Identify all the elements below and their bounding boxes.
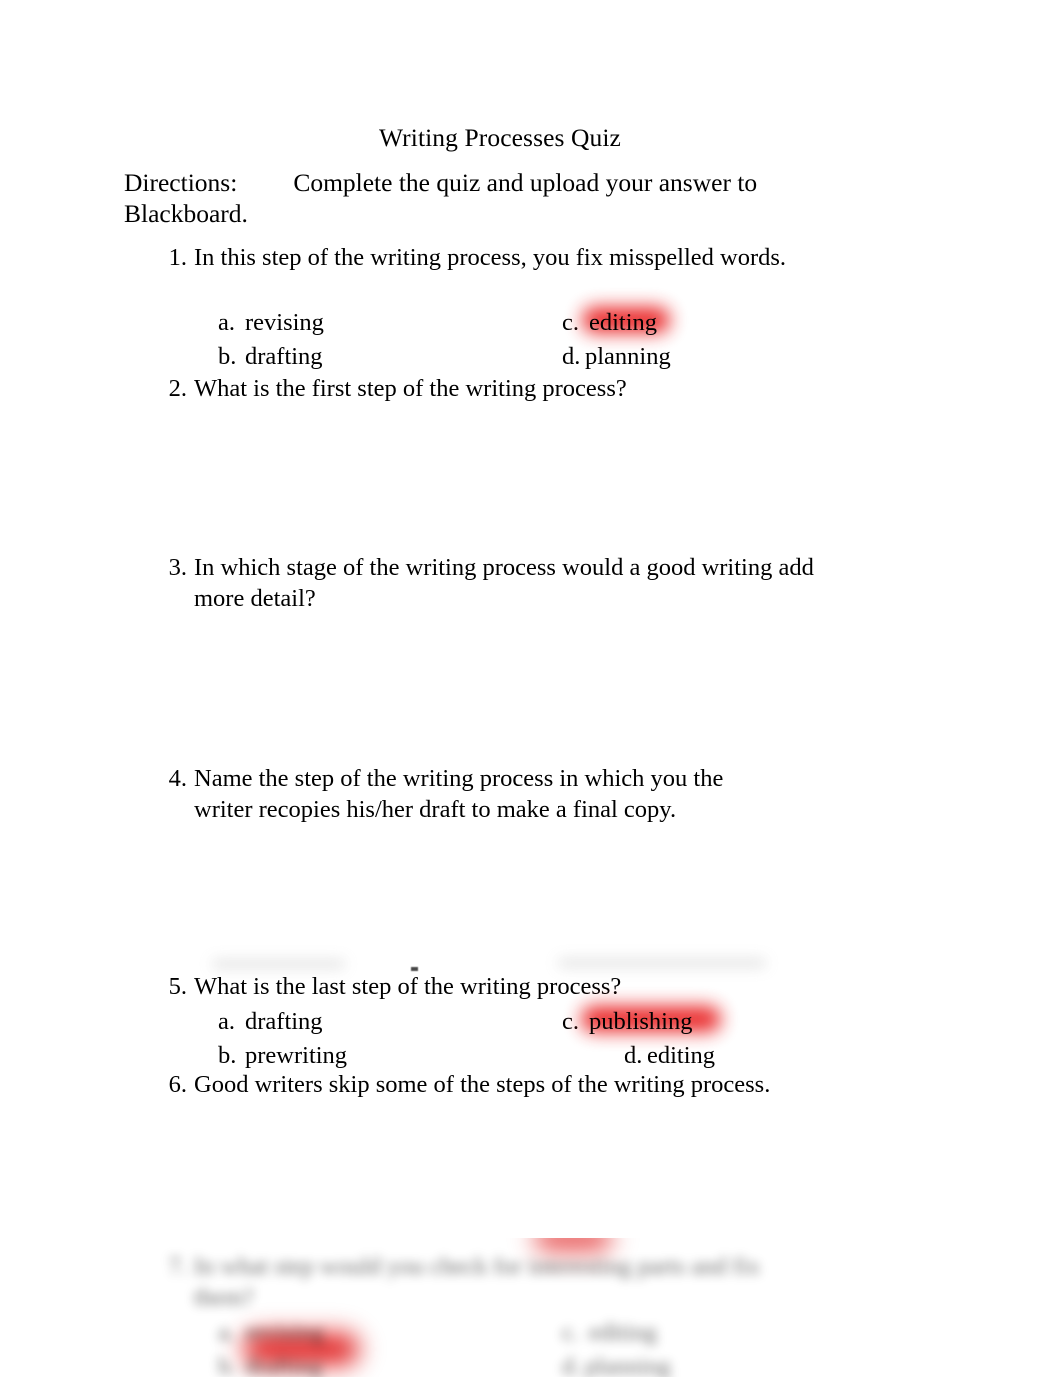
page-title: Writing Processes Quiz [379,123,621,152]
option-7b[interactable]: b. drafting [218,1350,323,1377]
residual-smudge-left [212,960,345,968]
option-row: a. drafting c. publishing [218,1005,778,1039]
option-1a-letter: a. [218,309,235,336]
question-1: 1. In this step of the writing process, … [157,243,786,274]
question-6-text: Good writers skip some of the steps of t… [194,1071,771,1098]
question-7-options: a. revising c. editing b. drafting d. planni… [218,1316,778,1377]
option-1c-highlight: editing [582,306,670,340]
question-5-number: 5. [168,973,187,1000]
option-1b-label: drafting [245,342,323,370]
question-1-options: a. revising c. editing b. drafting d. planni… [218,306,778,373]
option-5d[interactable]: d. editing [624,1039,715,1073]
option-5d-letter: d. [624,1041,643,1069]
option-row: b. drafting d. planning [218,1350,778,1377]
option-row: a. revising c. editing [218,1316,778,1350]
option-1c-label: editing [589,309,658,336]
option-7a-letter: a. [218,1319,235,1346]
question-2-number: 2. [168,375,187,402]
document-page: Writing Processes Quiz Directions: Comple… [0,0,1062,1377]
question-4-answer-space[interactable] [194,830,794,955]
option-5b-label: prewriting [245,1041,348,1069]
option-1d-label: planning [585,342,671,370]
question-6-number: 6. [168,1071,187,1098]
option-5c[interactable]: c. publishing [562,1005,721,1039]
option-5a-label: drafting [245,1008,323,1035]
question-4-number: 4. [168,765,187,792]
option-1b[interactable]: b. drafting [218,340,323,374]
option-5b-letter: b. [218,1041,237,1069]
question-6: 6. Good writers skip some of the steps o… [157,1070,797,1101]
option-7d-label: planning [585,1352,671,1377]
question-1-text: In this step of the writing process, you… [194,244,787,271]
question-5-options: a. drafting c. publishing b. prewriting d. e… [218,1005,778,1072]
question-1-number: 1. [168,244,187,271]
red-smudge-top [534,1238,612,1252]
option-1a[interactable]: a. revising [218,306,324,340]
option-5c-highlight: publishing [581,1005,721,1039]
option-row: b. prewriting d. editing [218,1039,778,1073]
question-6-answer-space[interactable] [194,1108,794,1233]
option-1d-letter: d. [562,342,581,370]
residual-smudge-right [558,959,766,967]
residual-smudge-dot [411,967,418,971]
option-7c-label: editing [589,1319,658,1346]
option-5d-label: editing [647,1041,716,1069]
question-7-number: 7. [168,1253,187,1280]
question-5: 5. What is the last step of the writing … [157,972,757,1003]
question-2-text: What is the first step of the writing pr… [194,375,627,402]
question-7-text: In what step would you check for interes… [194,1253,761,1311]
directions-paragraph: Directions: Complete the quiz and upload … [124,168,824,229]
option-7b-label: drafting [245,1352,323,1377]
question-7: 7. In what step would you check for inte… [157,1252,760,1313]
option-row: b. drafting d. planning [218,340,778,374]
question-4-text: Name the step of the writing process in … [194,765,724,823]
option-row: a. revising c. editing [218,306,778,340]
question-2: 2. What is the first step of the writing… [157,374,797,405]
option-1b-letter: b. [218,342,237,370]
question-3-number: 3. [168,554,187,581]
question-2-answer-space[interactable] [194,410,794,550]
option-7d-letter: d. [562,1352,581,1377]
option-7c[interactable]: c. editing [562,1316,657,1350]
option-1c[interactable]: c. editing [562,306,670,340]
option-1a-label: revising [245,309,324,336]
option-5b[interactable]: b. prewriting [218,1039,347,1073]
question-3-text: In which stage of the writing process wo… [194,554,814,612]
option-7b-letter: b. [218,1352,237,1377]
option-7a-label: revising [245,1319,324,1346]
option-7c-letter: c. [562,1319,579,1346]
question-4: 4. Name the step of the writing process … [157,764,747,825]
directions-label: Directions: [124,168,238,197]
option-5a[interactable]: a. drafting [218,1005,323,1039]
question-5-text: What is the last step of the writing pro… [194,973,622,1000]
option-7a[interactable]: a. revising [218,1316,324,1350]
question-3: 3. In which stage of the writing process… [157,553,814,614]
option-1d[interactable]: d. planning [562,340,671,374]
question-3-answer-space[interactable] [194,620,794,760]
option-5c-label: publishing [589,1008,693,1035]
option-5a-letter: a. [218,1008,235,1035]
question-7-blurred-region: 7. In what step would you check for inte… [0,1238,1062,1377]
option-7d[interactable]: d. planning [562,1350,671,1377]
